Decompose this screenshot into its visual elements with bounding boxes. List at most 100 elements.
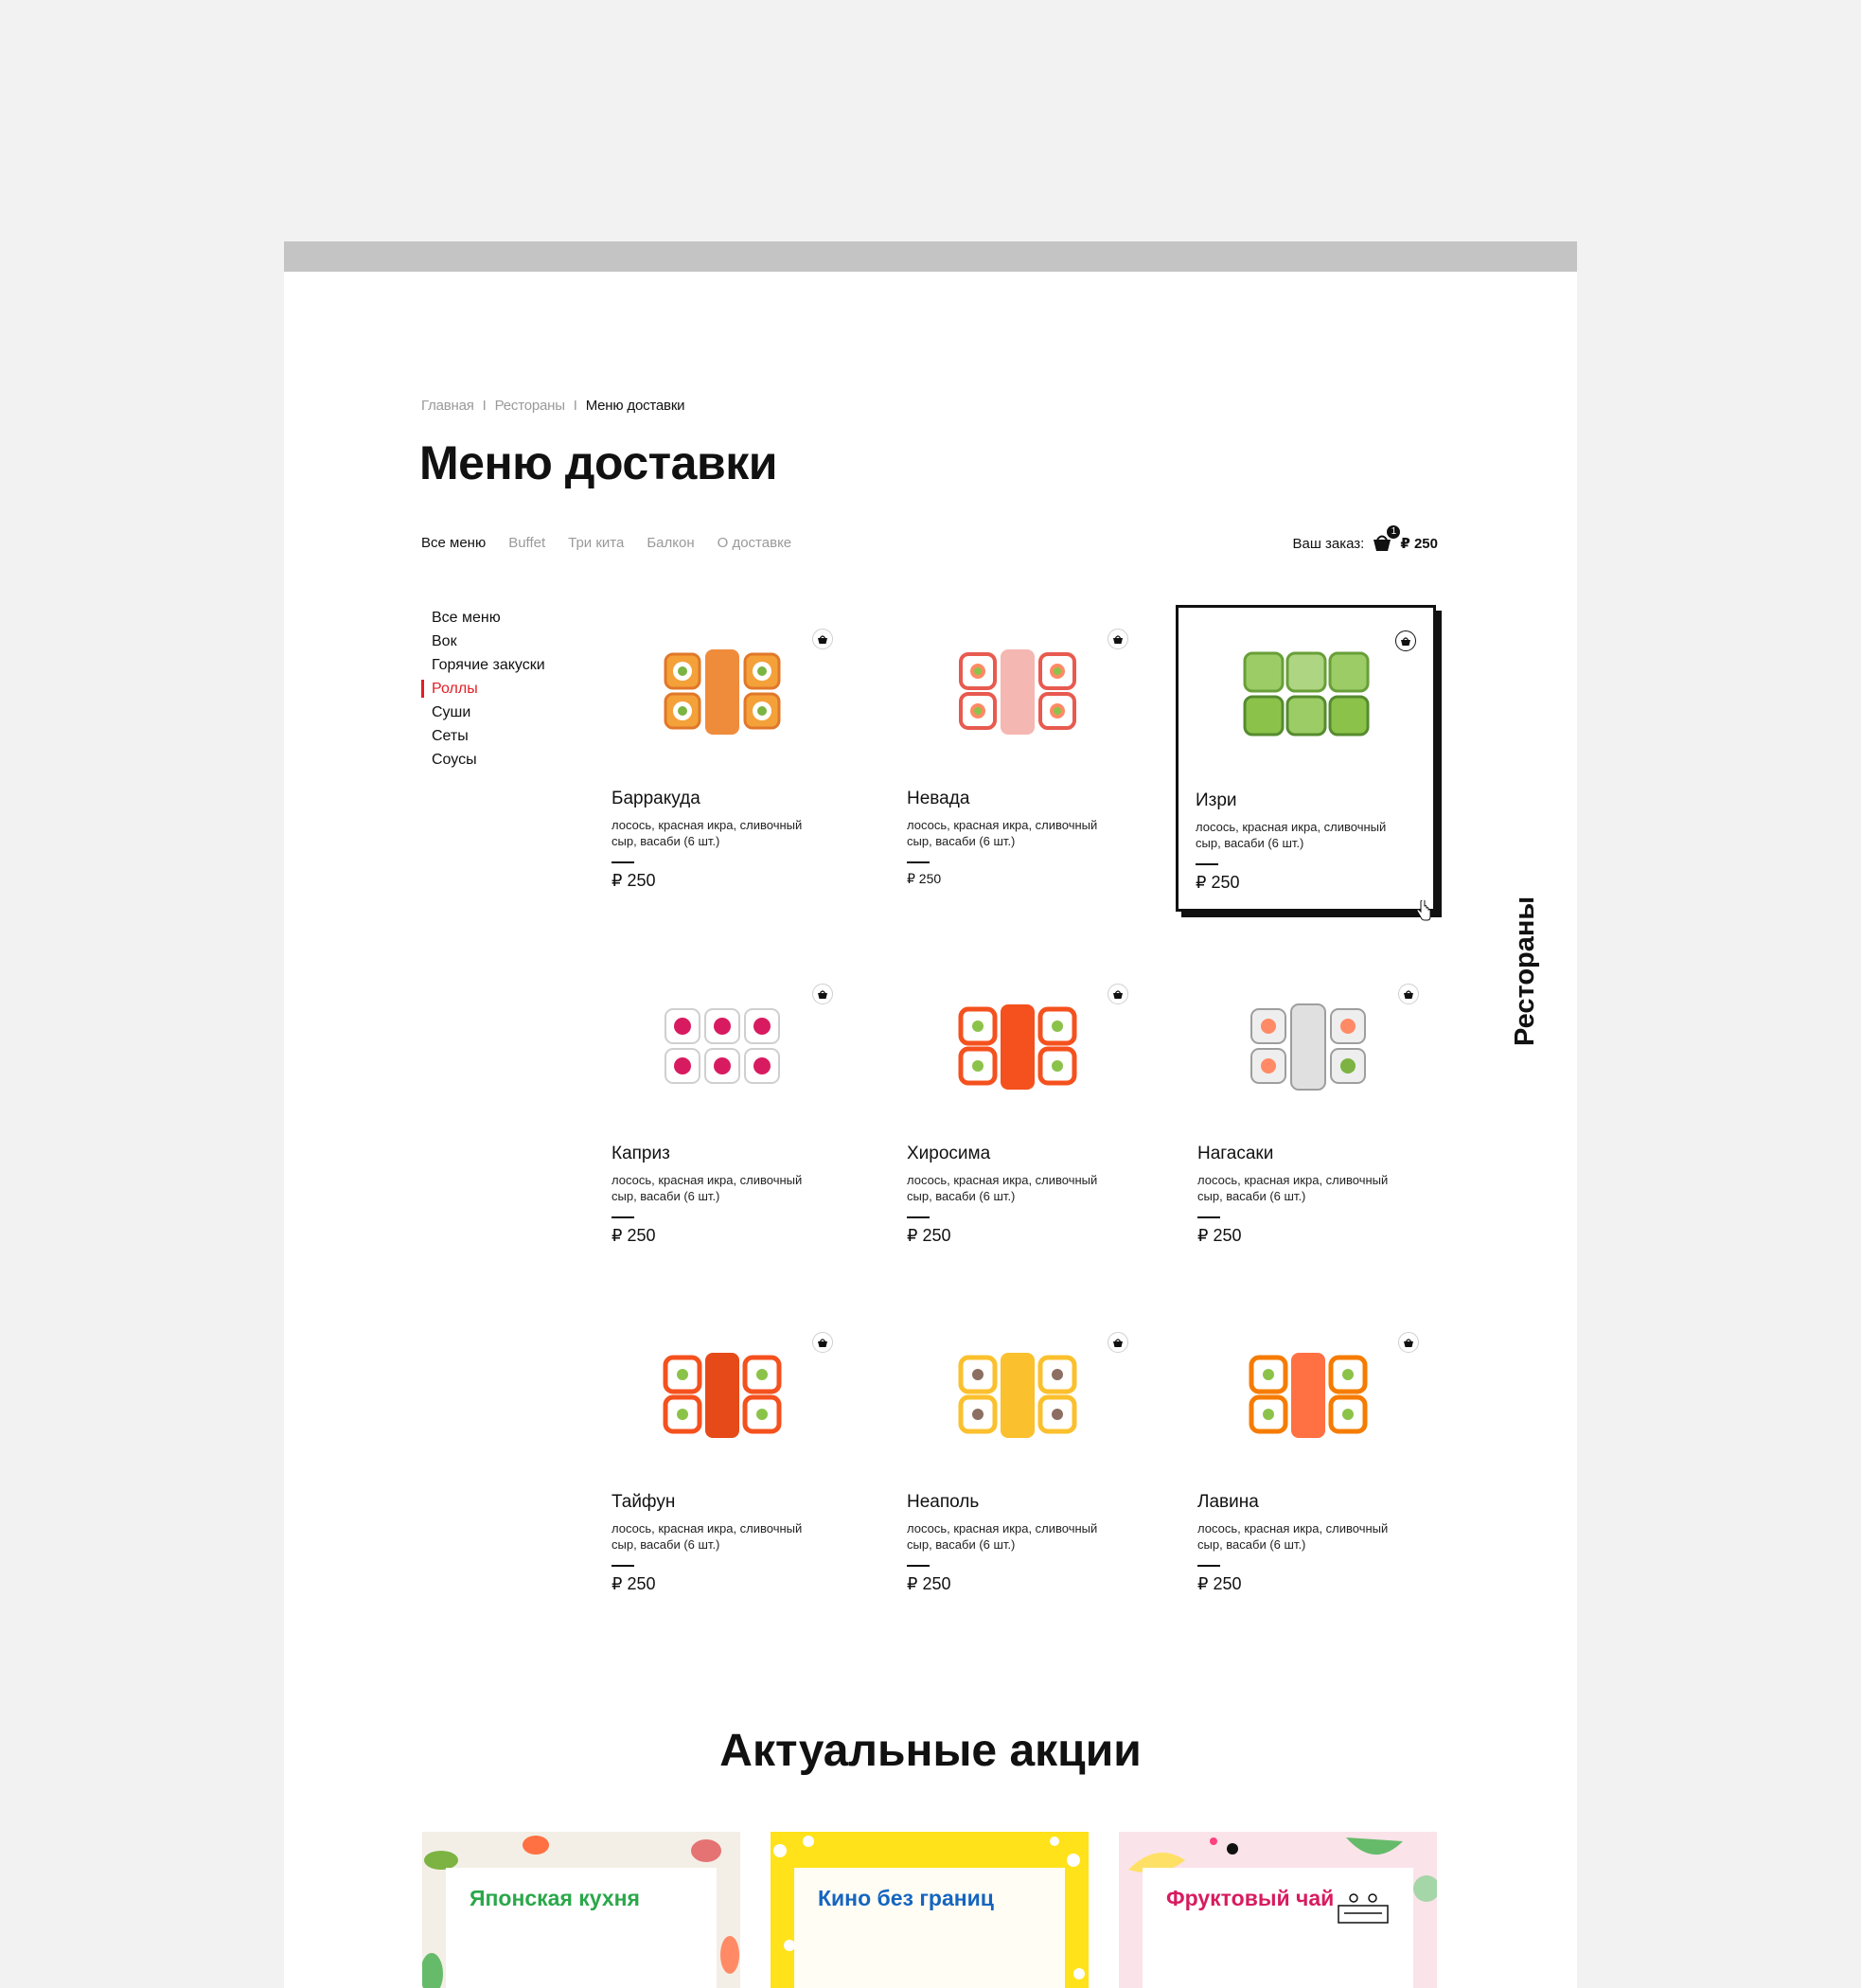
add-to-cart-button[interactable]	[1398, 1332, 1419, 1353]
product-description: лосось, красная икра, сливочный сыр, вас…	[611, 818, 803, 848]
roll-image	[665, 1008, 780, 1084]
breadcrumb: Главная I Рестораны I Меню доставки	[421, 398, 685, 414]
promo-label: Кино без границ	[818, 1886, 994, 1910]
category-wok[interactable]: Вок	[421, 630, 545, 653]
tab-tri-kita[interactable]: Три кита	[568, 535, 624, 551]
tab-balkon[interactable]: Балкон	[647, 535, 694, 551]
product-description: лосось, красная икра, сливочный сыр, вас…	[611, 1173, 803, 1203]
add-to-cart-button[interactable]	[1108, 1332, 1128, 1353]
price-divider	[611, 1565, 634, 1567]
add-to-cart-button[interactable]	[1108, 984, 1128, 1004]
product-card[interactable]: Лавина лосось, красная икра, сливочный с…	[1180, 1309, 1436, 1612]
price-divider	[907, 1565, 930, 1567]
add-to-cart-button[interactable]	[812, 1332, 833, 1353]
restaurants-side-link[interactable]: Рестораны	[1510, 896, 1541, 1046]
order-label: Ваш заказ:	[1292, 535, 1365, 552]
product-description: лосось, красная икра, сливочный сыр, вас…	[907, 818, 1098, 848]
basket-icon	[1113, 989, 1123, 999]
product-card[interactable]: Невада лосось, красная икра, сливочный с…	[890, 606, 1145, 909]
basket-icon	[818, 1338, 827, 1347]
basket-icon	[1404, 989, 1413, 999]
product-description: лосось, красная икра, сливочный сыр, вас…	[1197, 1173, 1389, 1203]
add-to-cart-button[interactable]	[1395, 630, 1416, 651]
product-card-selected[interactable]: Изри лосось, красная икра, сливочный сыр…	[1176, 605, 1436, 912]
product-name: Изри	[1196, 790, 1237, 810]
product-name: Невада	[907, 789, 970, 808]
price-divider	[1196, 863, 1218, 865]
product-name: Тайфун	[611, 1492, 676, 1512]
product-name: Неаполь	[907, 1492, 980, 1512]
breadcrumb-separator: I	[482, 398, 487, 414]
basket-icon	[1113, 634, 1123, 644]
product-card[interactable]: Барракуда лосось, красная икра, сливочны…	[594, 606, 850, 909]
product-name: Барракуда	[611, 789, 700, 808]
restaurant-tabs: Все меню Buffet Три кита Балкон О достав…	[421, 535, 791, 551]
product-name: Нагасаки	[1197, 1144, 1274, 1163]
roll-image	[664, 649, 781, 735]
promo-label: Фруктовый чай	[1166, 1886, 1335, 1910]
roll-image	[1250, 1003, 1366, 1091]
breadcrumb-current: Меню доставки	[585, 398, 685, 414]
price-divider	[1197, 1216, 1220, 1218]
browser-top-bar	[284, 241, 1577, 272]
basket-icon	[818, 634, 827, 644]
breadcrumb-restaurants[interactable]: Рестораны	[495, 398, 565, 414]
order-summary[interactable]: Ваш заказ: 1 ₽ 250	[1292, 525, 1438, 554]
promo-card-cinema[interactable]: Кино без границ	[771, 1832, 1089, 1988]
tab-all-menu[interactable]: Все меню	[421, 535, 486, 551]
breadcrumb-separator: I	[573, 398, 577, 414]
promo-label: Японская кухня	[470, 1886, 640, 1910]
category-hot-snacks[interactable]: Горячие закуски	[421, 653, 545, 677]
product-description: лосось, красная икра, сливочный сыр, вас…	[907, 1521, 1098, 1552]
product-price: ₽ 250	[1197, 1574, 1242, 1593]
category-rolls[interactable]: Роллы	[421, 677, 545, 701]
price-divider	[611, 861, 634, 863]
roll-image	[959, 649, 1076, 735]
category-sushi[interactable]: Суши	[421, 701, 545, 724]
category-sets[interactable]: Сеты	[421, 724, 545, 748]
price-divider	[907, 1216, 930, 1218]
browser-window: Главная I Рестораны I Меню доставки Меню…	[284, 241, 1577, 1988]
basket-icon	[1404, 1338, 1413, 1347]
product-price: ₽ 250	[907, 1226, 951, 1245]
add-to-cart-button[interactable]	[812, 629, 833, 649]
promo-card-japanese[interactable]: Японская кухня	[422, 1832, 740, 1988]
roll-image	[1243, 651, 1369, 737]
product-description: лосось, красная икра, сливочный сыр, вас…	[611, 1521, 803, 1552]
basket-icon[interactable]: 1	[1372, 525, 1401, 554]
product-price: ₽ 250	[1196, 873, 1240, 892]
price-divider	[1197, 1565, 1220, 1567]
product-name: Лавина	[1197, 1492, 1259, 1512]
product-price: ₽ 250	[611, 871, 656, 890]
breadcrumb-home[interactable]: Главная	[421, 398, 474, 414]
product-price: ₽ 250	[611, 1574, 656, 1593]
add-to-cart-button[interactable]	[812, 984, 833, 1004]
category-sidebar: Все меню Вок Горячие закуски Роллы Суши …	[421, 606, 545, 772]
product-card[interactable]: Неаполь лосось, красная икра, сливочный …	[890, 1309, 1145, 1612]
basket-icon	[1401, 636, 1410, 646]
category-all-menu[interactable]: Все меню	[421, 606, 545, 630]
product-price: ₽ 250	[611, 1226, 656, 1245]
roll-image	[663, 1353, 782, 1438]
product-name: Каприз	[611, 1144, 670, 1163]
basket-icon	[1113, 1338, 1123, 1347]
add-to-cart-button[interactable]	[1108, 629, 1128, 649]
promo-card-fruit-tea[interactable]: Фруктовый чай	[1119, 1832, 1437, 1988]
product-price: ₽ 250	[1197, 1226, 1242, 1245]
product-card[interactable]: Тайфун лосось, красная икра, сливочный с…	[594, 1309, 850, 1612]
page-title: Меню доставки	[419, 436, 777, 489]
roll-image	[1249, 1353, 1368, 1438]
product-card[interactable]: Хиросима лосось, красная икра, сливочный…	[890, 961, 1145, 1264]
roll-image	[958, 1004, 1077, 1090]
roll-image	[958, 1353, 1077, 1438]
cart-count-badge: 1	[1387, 525, 1401, 539]
category-sauces[interactable]: Соусы	[421, 748, 545, 772]
product-card[interactable]: Нагасаки лосось, красная икра, сливочный…	[1180, 961, 1436, 1264]
basket-icon	[818, 989, 827, 999]
product-card[interactable]: Каприз лосось, красная икра, сливочный с…	[594, 961, 850, 1264]
balkon-logo	[1338, 1893, 1389, 1924]
product-name: Хиросима	[907, 1144, 991, 1163]
tab-delivery-info[interactable]: О доставке	[718, 535, 792, 551]
tab-buffet[interactable]: Buffet	[508, 535, 545, 551]
add-to-cart-button[interactable]	[1398, 984, 1419, 1004]
